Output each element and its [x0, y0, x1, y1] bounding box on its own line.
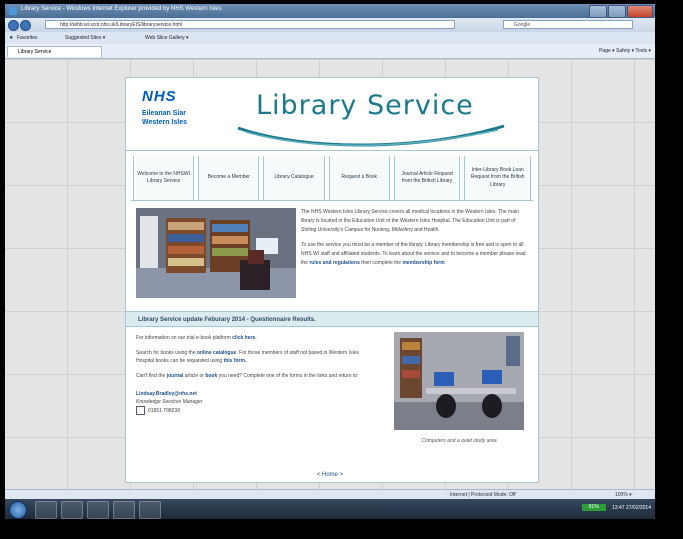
- chrome-taskbar-icon[interactable]: [87, 501, 109, 519]
- ebook-link[interactable]: click here.: [232, 335, 256, 341]
- home-link[interactable]: < Home >: [5, 472, 655, 478]
- tab-library-service[interactable]: Library Service: [7, 46, 102, 57]
- intro-paragraph-1: The NHS Western Isles Library Service co…: [301, 209, 519, 233]
- menu-library-catalogue[interactable]: Library Catalogue: [263, 156, 325, 200]
- suggested-sites-link[interactable]: Suggested Sites ▾: [65, 35, 105, 41]
- clock-time[interactable]: 13:47: [612, 505, 625, 511]
- contact-email[interactable]: Lindsay.Bradley@nhs.net: [136, 391, 197, 397]
- catalogue-text: Search for books using the: [136, 350, 197, 356]
- journal-link[interactable]: journal: [167, 373, 184, 379]
- intro-paragraph-2: To use the service you must be a member …: [301, 241, 531, 268]
- browser-window: Library Service - Windows Internet Explo…: [5, 4, 655, 519]
- request-form-link[interactable]: this form.: [224, 358, 247, 364]
- window-controls: [589, 5, 653, 18]
- start-button[interactable]: [9, 501, 27, 519]
- address-toolbar: http://wihb.wi.scot.nhs.uk/LibraryEIS/li…: [5, 18, 655, 32]
- address-input[interactable]: http://wihb.wi.scot.nhs.uk/LibraryEIS/li…: [45, 20, 455, 29]
- title-bar: Library Service - Windows Internet Explo…: [5, 4, 655, 18]
- app-taskbar-icon[interactable]: [139, 501, 161, 519]
- photo-caption: Computers and a quiet study area: [421, 438, 497, 444]
- star-icon[interactable]: ★: [9, 35, 13, 41]
- battery-indicator[interactable]: 91%: [581, 504, 606, 511]
- ebook-paragraph: For information on our trial e-book plat…: [136, 334, 371, 342]
- menu-become-member[interactable]: Become a Member: [198, 156, 260, 200]
- page-viewport: NHS Eileanan Siar Western Isles Library …: [5, 59, 655, 489]
- phone-icon: [136, 406, 145, 415]
- site-header: NHS Eileanan Siar Western Isles Library …: [126, 78, 538, 151]
- catalogue-paragraph: Search for books using the online catalo…: [136, 349, 371, 365]
- menu-interlibrary-loan[interactable]: Inter-Library Book Loan Request from the…: [464, 156, 531, 200]
- book-link[interactable]: book: [205, 373, 217, 379]
- search-input[interactable]: Google: [503, 20, 633, 29]
- contact-block: Lindsay.Bradley@nhs.net Knowledge Servic…: [136, 390, 371, 415]
- forward-icon[interactable]: [20, 20, 31, 31]
- intro-text: The NHS Western Isles Library Service co…: [301, 208, 531, 274]
- contact-phone: 01851 708238: [148, 407, 180, 414]
- cant-find-paragraph: Can't find the journal article or book y…: [136, 372, 371, 380]
- cant-find-text: Can't find the: [136, 373, 167, 379]
- close-button[interactable]: [627, 5, 653, 18]
- menu-request-book[interactable]: Request a Book: [328, 156, 390, 200]
- cant-find-text-b: article or: [183, 373, 206, 379]
- update-banner[interactable]: Library Service update Feburary 2014 - Q…: [126, 311, 538, 327]
- nhs-logo: NHS: [142, 88, 177, 105]
- intro-section: The NHS Western Isles Library Service co…: [136, 208, 528, 306]
- page-title: Library Service: [256, 90, 474, 121]
- library-page: NHS Eileanan Siar Western Isles Library …: [125, 77, 539, 483]
- web-slice-link[interactable]: Web Slice Gallery ▾: [145, 35, 189, 41]
- window-title: Library Service - Windows Internet Explo…: [21, 6, 222, 12]
- main-menu: Welcome to the NHSWI Library Service Bec…: [131, 156, 533, 201]
- taskbar: 91% 13:47 27/02/2014: [5, 499, 655, 519]
- org-name-line1: Eileanan Siar: [142, 110, 186, 117]
- clock-date[interactable]: 27/02/2014: [626, 505, 651, 511]
- folder-taskbar-icon[interactable]: [61, 501, 83, 519]
- zoom-level[interactable]: 100% ▾: [615, 492, 632, 498]
- rules-link[interactable]: rules and regulations: [309, 260, 360, 266]
- menu-welcome[interactable]: Welcome to the NHSWI Library Service: [133, 156, 195, 200]
- command-bar[interactable]: Page ▾ Safety ▾ Tools ▾: [599, 48, 651, 54]
- maximize-button[interactable]: [608, 5, 626, 18]
- ie-icon: [9, 7, 17, 15]
- ie-taskbar-icon[interactable]: [35, 501, 57, 519]
- cant-find-text-c: you need? Complete one of the forms in t…: [217, 373, 359, 379]
- favorites-button[interactable]: Favorites: [17, 35, 38, 41]
- intro-p2-text-b: then complete the: [359, 260, 403, 266]
- tab-bar: Library Service Page ▾ Safety ▾ Tools ▾: [5, 44, 655, 59]
- excel-taskbar-icon[interactable]: [113, 501, 135, 519]
- swoosh-decoration: [237, 124, 505, 147]
- menu-journal-request[interactable]: Journal Article Request from the British…: [393, 156, 461, 200]
- study-area-photo: [394, 332, 524, 430]
- org-name-line2: Western Isles: [142, 119, 188, 126]
- zone-status: Internet | Protected Mode: Off: [450, 492, 516, 498]
- system-tray: 91% 13:47 27/02/2014: [581, 504, 651, 511]
- back-icon[interactable]: [8, 20, 19, 31]
- library-photo: [136, 208, 296, 298]
- membership-form-link[interactable]: membership form: [402, 260, 444, 266]
- minimize-button[interactable]: [589, 5, 607, 18]
- online-catalogue-link[interactable]: online catalogue: [197, 350, 236, 356]
- services-text: For information on our trial e-book plat…: [136, 334, 371, 422]
- contact-role: Knowledge Services Manager: [136, 399, 203, 405]
- ebook-text: For information on our trial e-book plat…: [136, 335, 233, 341]
